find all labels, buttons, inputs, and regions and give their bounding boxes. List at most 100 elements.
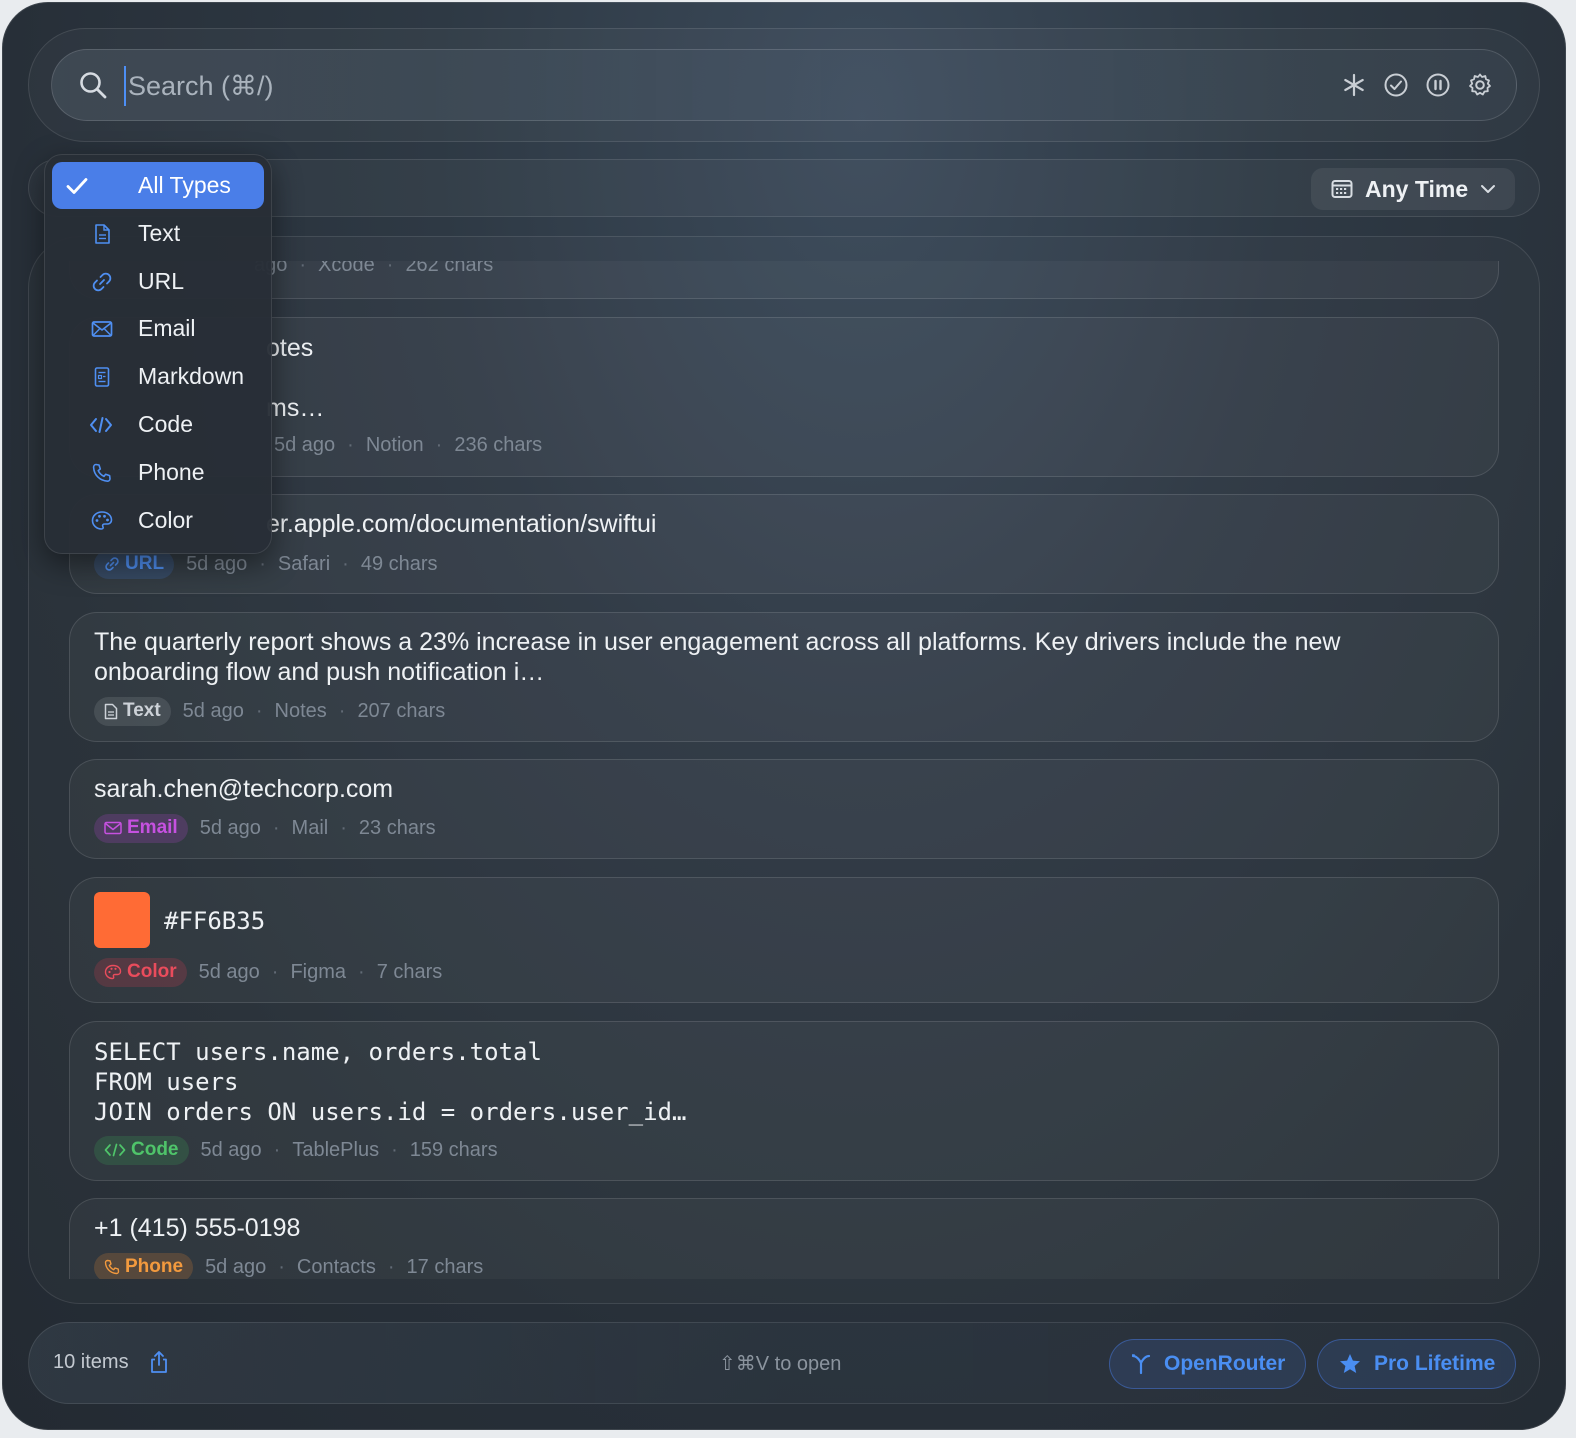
item-meta: Text 5d ago · Notes · 207 chars (94, 696, 445, 726)
list-item[interactable]: er.apple.com/documentation/swiftui URL 5… (69, 494, 1499, 594)
badge-label: URL (125, 553, 165, 574)
star-icon (1340, 1354, 1360, 1373)
calendar-icon (1331, 180, 1353, 198)
code-line: SELECT users.name, orders.total (94, 1038, 542, 1066)
item-meta: 5d ago · Notion · 236 chars (274, 433, 543, 456)
menu-item-label: URL (138, 267, 185, 294)
item-size: 159 chars (409, 1138, 498, 1161)
code-line: JOIN orders ON users.id = orders.user_id… (94, 1098, 687, 1126)
menu-item-label: All Types (138, 172, 231, 198)
menu-item-code[interactable]: Code (52, 401, 264, 448)
list-item[interactable]: ago· Xcode· 262 chars (69, 261, 1499, 299)
menu-item-label: Email (138, 315, 196, 342)
email-badge: Email (94, 813, 188, 843)
menu-item-label: Text (138, 219, 181, 246)
item-title: er.apple.com/documentation/swiftui (266, 510, 657, 538)
list-item[interactable]: SELECT users.name, orders.total FROM use… (69, 1021, 1499, 1181)
item-age: 5d ago (200, 1138, 262, 1161)
item-age: 5d ago (186, 552, 248, 575)
list-item[interactable]: #FF6B35 Color 5d ago · Figma · 7 chars (69, 877, 1499, 1003)
menu-item-email[interactable]: Email (52, 305, 264, 352)
menu-item-label: Markdown (138, 363, 245, 390)
item-size: 49 chars (360, 552, 438, 575)
toolbar-icons (1340, 70, 1494, 100)
code-icon (90, 416, 112, 433)
search-input[interactable] (124, 66, 1304, 106)
item-source: Contacts (296, 1255, 376, 1278)
item-source: Safari (277, 552, 331, 575)
item-size: 17 chars (406, 1255, 484, 1278)
gear-icon[interactable] (1466, 70, 1494, 100)
list-item[interactable]: sarah.chen@techcorp.com Email 5d ago · Ma… (69, 759, 1499, 859)
type-filter-menu: All Types Text URL Email Markdown Code P… (44, 154, 272, 554)
item-title: sarah.chen@techcorp.com (94, 775, 394, 803)
list-item[interactable]: +1 (415) 555-0198 Phone 5d ago · Contacts… (69, 1198, 1499, 1279)
item-title: The quarterly report shows a 23% increas… (94, 628, 1341, 686)
item-meta: Email 5d ago · Mail · 23 chars (94, 813, 436, 843)
text-badge: Text (94, 696, 171, 726)
item-size: 207 chars (357, 699, 446, 722)
menu-item-label: Color (138, 506, 193, 533)
menu-item-color[interactable]: Color (52, 497, 264, 544)
checkmark-icon (66, 178, 88, 194)
phone-badge: Phone (94, 1252, 194, 1279)
check-circle-icon[interactable] (1382, 70, 1410, 100)
clipboard-window: Any Time ago· Xcode· 262 chars otes ms… … (2, 2, 1566, 1430)
time-filter-label: Any Time (1365, 175, 1469, 202)
asterisk-icon[interactable] (1340, 70, 1368, 100)
menu-item-all-types[interactable]: All Types (52, 162, 264, 209)
item-title: #FF6B35 (164, 907, 266, 935)
link-icon (105, 557, 119, 571)
footer-bar: 10 items ⇧⌘V to open OpenRouter Pro Life… (28, 1322, 1540, 1404)
menu-item-label: Code (138, 410, 193, 437)
badge-label: Color (127, 961, 177, 982)
share-icon[interactable] (147, 1349, 171, 1375)
openrouter-button[interactable]: OpenRouter (1109, 1339, 1307, 1389)
markdown-icon (94, 367, 110, 387)
item-source: Notion (365, 433, 424, 456)
item-title: +1 (415) 555-0198 (94, 1214, 301, 1242)
pause-circle-icon[interactable] (1424, 70, 1452, 100)
item-size: 262 chars (405, 261, 494, 276)
menu-item-text[interactable]: Text (52, 210, 264, 257)
item-source: Figma (290, 960, 347, 983)
link-icon (92, 272, 112, 291)
badge-label: Code (131, 1139, 179, 1160)
open-shortcut-hint: ⇧⌘V to open (719, 1353, 842, 1375)
item-size: 236 chars (454, 433, 543, 456)
color-badge: Color (94, 957, 187, 987)
code-badge: Code (94, 1135, 189, 1165)
menu-item-url[interactable]: URL (52, 258, 264, 305)
item-title-line2: ms… (266, 394, 325, 422)
code-block: SELECT users.name, orders.total FROM use… (94, 1037, 686, 1127)
item-count: 10 items (53, 1351, 129, 1373)
menu-item-markdown[interactable]: Markdown (52, 353, 264, 400)
item-source: Mail (291, 816, 329, 839)
list-item[interactable]: The quarterly report shows a 23% increas… (69, 612, 1499, 742)
list-item[interactable]: otes ms… 5d ago · Notion · 236 chars (69, 317, 1499, 477)
envelope-icon (104, 821, 122, 835)
item-age: 5d ago (205, 1255, 267, 1278)
item-age: 5d ago (199, 816, 261, 839)
document-icon (95, 223, 110, 244)
item-age: 5d ago (274, 433, 336, 456)
item-meta: Phone 5d ago · Contacts · 17 chars (94, 1252, 483, 1279)
code-line: FROM users (94, 1068, 239, 1096)
search-bar (51, 49, 1517, 121)
color-swatch (94, 892, 150, 948)
search-icon (80, 72, 107, 99)
palette-icon (91, 510, 113, 530)
envelope-icon (91, 321, 113, 338)
badge-label: Email (127, 817, 178, 838)
item-age: 5d ago (198, 960, 260, 983)
item-age: 5d ago (182, 699, 244, 722)
badge-label: Phone (125, 1256, 184, 1277)
chevron-down-icon (1481, 185, 1496, 193)
menu-item-phone[interactable]: Phone (52, 449, 264, 496)
phone-icon (104, 1259, 120, 1275)
openrouter-label: OpenRouter (1164, 1352, 1286, 1375)
item-meta: ago· Xcode· 262 chars (254, 261, 493, 280)
time-filter-button[interactable]: Any Time (1311, 168, 1515, 210)
item-title: otes (266, 334, 314, 362)
pro-lifetime-button[interactable]: Pro Lifetime (1317, 1339, 1517, 1389)
